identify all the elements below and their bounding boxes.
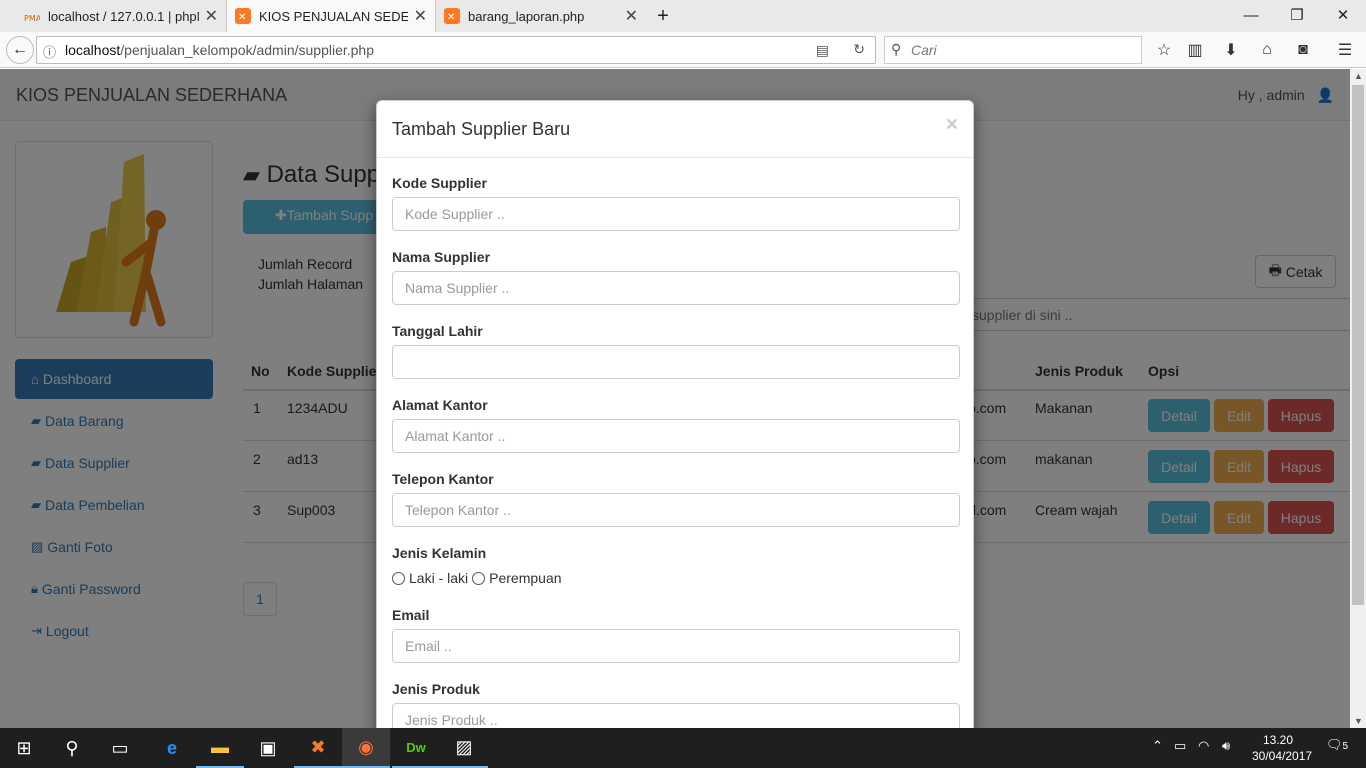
tab-barang-laporan[interactable]: ✕ barang_laporan.php ✕: [436, 0, 646, 32]
url-host: localhost: [65, 42, 121, 58]
browser-tab-bar: PMA localhost / 127.0.0.1 | phpMy ✕ ✕ KI…: [0, 0, 1366, 32]
tab-phpmyadmin[interactable]: PMA localhost / 127.0.0.1 | phpMy ✕: [16, 0, 226, 32]
reload-icon[interactable]: ↻: [853, 41, 865, 58]
scrollbar-thumb[interactable]: [1352, 85, 1364, 605]
task-view-icon[interactable]: ▭: [96, 728, 144, 768]
email-input[interactable]: [392, 629, 960, 663]
radio-laki-laki[interactable]: [392, 571, 405, 585]
url-path: /penjualan_kelompok/admin/supplier.php: [120, 42, 374, 58]
home-icon[interactable]: ⌂: [1253, 36, 1281, 64]
back-icon[interactable]: ←: [6, 36, 34, 64]
tanggal-lahir-input[interactable]: [392, 345, 960, 379]
windows-taskbar: ⊞ ⚲ ▭ e ▬ ▣ ✖ ◉ Dw ▨ ⌃ ▭ ◠ 🔊︎ 13.20 30/0…: [0, 728, 1366, 768]
firefox-icon[interactable]: ◉: [342, 728, 390, 768]
volume-icon[interactable]: 🔊︎: [1222, 738, 1230, 754]
close-icon[interactable]: ✕: [625, 6, 638, 26]
nama-supplier-label: Nama Supplier: [392, 249, 491, 265]
restore-icon[interactable]: ❐: [1274, 0, 1320, 30]
scroll-down-icon[interactable]: ▼: [1354, 716, 1363, 726]
xampp-icon[interactable]: ✖: [294, 728, 342, 768]
action-center-icon[interactable]: 🗨︎5: [1326, 737, 1348, 753]
jenis-produk-label: Jenis Produk: [392, 681, 480, 697]
file-explorer-icon[interactable]: ▬: [196, 728, 244, 768]
page-content: KIOS PENJUALAN SEDERHANA Hy , admin 👤 ⌂D…: [0, 69, 1350, 728]
close-icon[interactable]: ✕: [205, 6, 218, 26]
bookmark-star-icon[interactable]: ☆: [1150, 36, 1178, 64]
radio-laki-laki-label: Laki - laki: [409, 570, 469, 586]
search-icon: ⚲: [891, 41, 902, 57]
download-icon[interactable]: ⬇: [1217, 36, 1245, 64]
search-placeholder: Cari: [911, 42, 937, 58]
telepon-kantor-input[interactable]: [392, 493, 960, 527]
clock-date: 30/04/2017: [1252, 749, 1313, 763]
window-close-icon[interactable]: ✕: [1320, 0, 1366, 30]
kode-supplier-label: Kode Supplier: [392, 175, 487, 191]
tab-label: localhost / 127.0.0.1 | phpMy: [48, 8, 199, 24]
add-supplier-modal: Tambah Supplier Baru × Kode Supplier Nam…: [376, 100, 974, 728]
search-bar[interactable]: ⚲ Cari: [884, 36, 1142, 64]
xampp-icon: ✕: [235, 8, 251, 24]
network-icon[interactable]: ▭: [1174, 738, 1186, 754]
radio-perempuan[interactable]: [472, 571, 486, 585]
store-icon[interactable]: ▣: [244, 728, 292, 768]
url-bar[interactable]: ⓘ localhost/penjualan_kelompok/admin/sup…: [36, 36, 876, 64]
dreamweaver-icon[interactable]: Dw: [392, 728, 440, 768]
search-icon[interactable]: ⚲: [48, 728, 96, 768]
radio-perempuan-label: Perempuan: [489, 570, 562, 586]
scroll-up-icon[interactable]: ▲: [1354, 71, 1363, 81]
photos-icon[interactable]: ▨: [440, 728, 488, 768]
clock-time: 13.20: [1262, 733, 1294, 747]
menu-icon[interactable]: ☰: [1331, 36, 1359, 64]
library-icon[interactable]: ▥: [1181, 36, 1209, 64]
jenis-kelamin-label: Jenis Kelamin: [392, 545, 487, 561]
alamat-kantor-label: Alamat Kantor: [392, 397, 488, 413]
info-icon[interactable]: ⓘ: [43, 42, 56, 61]
svg-text:PMA: PMA: [24, 14, 40, 23]
xampp-icon: ✕: [444, 8, 460, 24]
browser-nav-bar: ← ⓘ localhost/penjualan_kelompok/admin/s…: [0, 32, 1366, 68]
gender-radio-group: Laki - laki Perempuan: [392, 570, 562, 586]
close-icon[interactable]: ×: [946, 113, 958, 137]
tab-label: KIOS PENJUALAN SEDERHAN: [259, 8, 408, 24]
pocket-icon[interactable]: ◙: [1289, 36, 1317, 64]
minimize-icon[interactable]: —: [1228, 0, 1274, 30]
svg-text:✕: ✕: [447, 12, 455, 23]
tab-label: barang_laporan.php: [468, 8, 585, 24]
chevron-up-icon[interactable]: ⌃: [1152, 738, 1163, 754]
notification-count: 5: [1342, 741, 1349, 752]
edge-icon[interactable]: e: [148, 728, 196, 768]
wifi-icon[interactable]: ◠: [1198, 738, 1209, 754]
tab-kios[interactable]: ✕ KIOS PENJUALAN SEDERHAN ✕: [226, 0, 436, 32]
kode-supplier-input[interactable]: [392, 197, 960, 231]
svg-text:✕: ✕: [238, 12, 246, 23]
new-tab-button[interactable]: +: [648, 0, 678, 32]
system-clock[interactable]: 13.20 30/04/2017: [1252, 732, 1313, 764]
jenis-produk-input[interactable]: [392, 703, 960, 728]
telepon-kantor-label: Telepon Kantor: [392, 471, 494, 487]
windows-start-icon[interactable]: ⊞: [0, 728, 48, 768]
page-scrollbar[interactable]: ▲ ▼: [1350, 69, 1366, 728]
alamat-kantor-input[interactable]: [392, 419, 960, 453]
reader-view-icon[interactable]: ▤: [816, 42, 829, 59]
modal-header: Tambah Supplier Baru ×: [377, 101, 973, 158]
phpmyadmin-icon: PMA: [24, 8, 42, 24]
nama-supplier-input[interactable]: [392, 271, 960, 305]
modal-title: Tambah Supplier Baru: [392, 119, 571, 139]
email-label: Email: [392, 607, 430, 623]
tanggal-lahir-label: Tanggal Lahir: [392, 323, 483, 339]
close-icon[interactable]: ✕: [414, 6, 427, 26]
